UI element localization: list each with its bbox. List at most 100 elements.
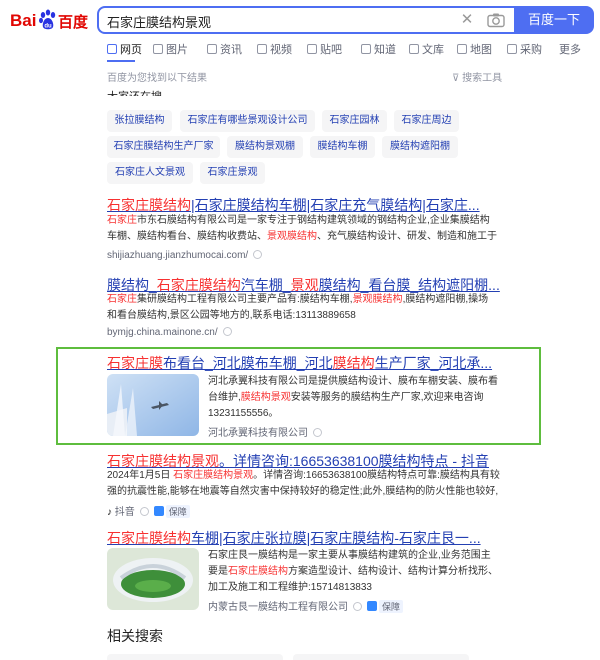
title-em: 石家庄膜结构景观 — [107, 453, 219, 469]
related-chip[interactable]: 石家庄膜结构生产厂家 — [107, 136, 220, 158]
result-title[interactable]: 石家庄膜结构车棚|石家庄张拉膜|石家庄膜结构-石家庄艮一... — [107, 528, 481, 548]
tab-label: 采购 — [520, 44, 542, 56]
guarantee-badge[interactable]: 保障 — [379, 600, 404, 613]
info-icon[interactable] — [313, 428, 322, 437]
tab-video[interactable]: 视频 — [257, 42, 292, 62]
result-abstract: 石家庄市东石膜结构有限公司是一家专注于钢结构建筑领域的钢结构企业,企业集膜结构车… — [107, 213, 497, 245]
related-chip[interactable]: 石家庄周边 — [394, 110, 459, 132]
related-search-item[interactable] — [107, 654, 283, 660]
related-chip[interactable]: 张拉膜结构 — [107, 110, 172, 132]
info-icon[interactable] — [253, 250, 263, 259]
logo-bai-text: Bai — [10, 11, 37, 30]
related-chip[interactable]: 石家庄有哪些景观设计公司 — [180, 110, 315, 132]
abstract-em: 石家庄 — [107, 294, 137, 305]
result-source[interactable]: bymjg.china.mainone.cn/ — [107, 327, 232, 338]
news-icon — [207, 44, 217, 54]
info-icon[interactable] — [353, 602, 362, 611]
source-url: shijiazhuang.jianzhumocai.com/ — [107, 250, 249, 261]
zhidao-icon — [361, 44, 371, 54]
tab-label: 文库 — [422, 44, 444, 56]
tab-label: 更多 — [559, 44, 581, 56]
result-source[interactable]: 内蒙古艮一膜结构工程有限公司 保障 — [208, 598, 404, 613]
source-url: bymjg.china.mainone.cn/ — [107, 327, 218, 338]
wenku-icon — [409, 44, 419, 54]
title-text: 生产厂家_河北承... — [374, 355, 493, 371]
title-text: 膜结构_看台膜_结构遮阳棚... — [318, 277, 500, 293]
tab-wenku[interactable]: 文库 — [409, 42, 444, 62]
verified-icon — [153, 506, 164, 516]
result-abstract: 石家庄艮一膜结构是一家主要从事膜结构建筑的企业,业务范围主要是石家庄膜结构方案造… — [208, 548, 498, 596]
abstract-em: 石家庄 — [107, 215, 137, 226]
tab-label: 图片 — [166, 44, 188, 56]
result-source[interactable]: ♪ 抖音 保障 — [107, 503, 190, 518]
tieba-icon — [307, 44, 317, 54]
related-searches-heading: 相关搜索 — [107, 628, 163, 644]
title-em: 膜结构 — [332, 355, 375, 371]
related-chip[interactable]: 石家庄人文景观 — [107, 162, 193, 184]
tab-more[interactable]: 更多 — [559, 42, 581, 62]
abstract-em: 石家庄膜结构 — [228, 566, 288, 577]
tab-label: 贴吧 — [320, 44, 342, 56]
result-title[interactable]: 石家庄膜结构|石家庄膜结构车棚|石家庄充气膜结构|石家庄... — [107, 195, 480, 215]
search-input[interactable] — [107, 11, 437, 31]
abstract-em: 膜结构景观 — [240, 392, 291, 403]
info-icon[interactable] — [222, 327, 232, 336]
guarantee-badge[interactable]: 保障 — [165, 505, 190, 518]
related-chip[interactable]: 膜结构车棚 — [310, 136, 375, 158]
verified-icon — [367, 601, 377, 611]
map-icon — [457, 44, 467, 54]
close-icon[interactable]: ✕ — [459, 12, 475, 28]
logo-du-text: 百度 — [58, 14, 89, 31]
related-chip[interactable]: 膜结构遮阳棚 — [382, 136, 458, 158]
result-source[interactable]: 河北承翼科技有限公司 — [208, 424, 322, 439]
source-name: 内蒙古艮一膜结构工程有限公司 — [208, 602, 348, 613]
tab-image[interactable]: 图片 — [153, 42, 188, 62]
related-search-item[interactable] — [293, 654, 469, 660]
result-source[interactable]: shijiazhuang.jianzhumocai.com/ — [107, 250, 263, 261]
camera-icon[interactable] — [487, 12, 505, 28]
video-icon — [257, 44, 267, 54]
related-chip[interactable]: 膜结构景观棚 — [227, 136, 303, 158]
filter-icon: ⊽ — [452, 73, 463, 84]
abstract-text: 集研膜结构工程有限公司主要产品有:膜结构车棚, — [137, 294, 353, 305]
title-text: 膜结构_ — [107, 277, 157, 293]
result-thumbnail[interactable] — [107, 548, 199, 610]
abstract-em: 石家庄膜结构景观 — [173, 470, 254, 481]
tab-zhidao[interactable]: 知道 — [361, 42, 396, 62]
title-em: 石家庄膜结构 — [156, 277, 241, 293]
tab-label: 知道 — [374, 44, 396, 56]
tab-label: 网页 — [120, 44, 142, 56]
result-thumbnail[interactable] — [107, 374, 199, 436]
title-text: 。详情咨询:16653638100膜结构特点 - 抖音 — [219, 453, 489, 469]
tab-web[interactable]: 网页 — [107, 42, 142, 62]
purchase-icon — [507, 44, 517, 54]
abstract-em: 景观膜结构 — [352, 294, 403, 305]
active-tab-indicator — [107, 60, 135, 62]
title-em: 石家庄膜结构 — [107, 530, 191, 546]
douyin-icon: ♪ — [107, 507, 115, 518]
tab-label: 地图 — [470, 44, 492, 56]
tab-purchase[interactable]: 采购 — [507, 42, 542, 62]
tab-label: 资讯 — [220, 44, 242, 56]
source-name: 抖音 — [114, 507, 135, 518]
source-name: 河北承翼科技有限公司 — [208, 428, 308, 439]
title-text: 布看台_河北膜布车棚_河北 — [163, 355, 333, 371]
related-chip[interactable]: 石家庄园林 — [322, 110, 387, 132]
result-title[interactable]: 石家庄膜布看台_河北膜布车棚_河北膜结构生产厂家_河北承... — [107, 353, 492, 373]
info-icon[interactable] — [139, 507, 149, 516]
search-tools-button[interactable]: ⊽ 搜索工具 — [452, 69, 502, 84]
image-icon — [153, 44, 163, 54]
title-text: |石家庄膜结构车棚|石家庄充气膜结构|石家庄... — [191, 197, 480, 213]
baidu-logo[interactable]: Bai du 百度 — [10, 9, 88, 31]
abstract-em: 景观膜结构 — [267, 231, 317, 242]
title-em: 石家庄膜 — [107, 355, 163, 371]
paw-icon: du — [39, 9, 56, 30]
search-box: ✕ — [97, 6, 514, 34]
related-chip[interactable]: 石家庄景观 — [200, 162, 265, 184]
tab-map[interactable]: 地图 — [457, 42, 492, 62]
search-button[interactable]: 百度一下 — [514, 6, 594, 34]
abstract-text: 2024年1月5日 — [107, 470, 174, 481]
tab-news[interactable]: 资讯 — [207, 42, 242, 62]
tab-tieba[interactable]: 贴吧 — [307, 42, 342, 62]
svg-text:du: du — [44, 24, 52, 30]
